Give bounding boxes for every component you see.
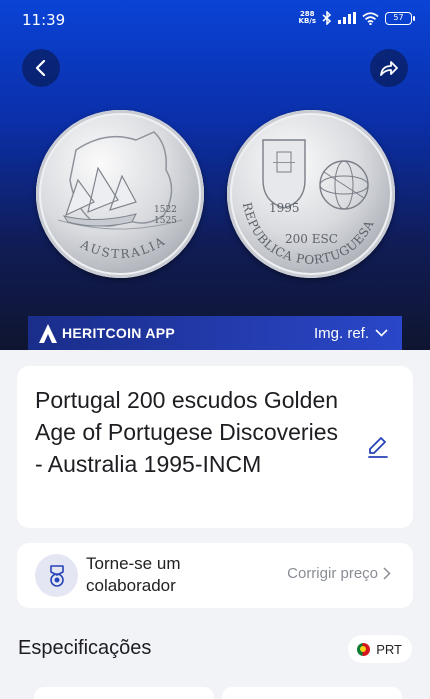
edit-icon bbox=[368, 437, 388, 458]
back-button[interactable] bbox=[22, 49, 60, 87]
brand-banner: HERITCOIN APP Img. ref. bbox=[28, 316, 402, 350]
coin-obverse-year-bottom: 1525 bbox=[154, 216, 177, 226]
img-ref-label: Img. ref. bbox=[313, 324, 369, 342]
brand: HERITCOIN APP bbox=[38, 322, 175, 344]
country-code: PRT bbox=[376, 641, 402, 657]
coin-reverse-value: 200 ESC bbox=[285, 232, 338, 246]
edit-button[interactable] bbox=[365, 434, 391, 460]
coin-obverse-year-top: 1522 bbox=[154, 205, 177, 215]
battery-level: 57 bbox=[393, 12, 404, 22]
specs-title: Especificações bbox=[18, 637, 152, 659]
battery-icon: 57 bbox=[385, 11, 415, 25]
spec-card bbox=[34, 687, 214, 699]
coin-title-card: Portugal 200 escudos Golden Age of Portu… bbox=[17, 366, 413, 528]
chevron-right-icon bbox=[383, 567, 391, 580]
portugal-flag-icon bbox=[357, 642, 371, 656]
coin-image-header[interactable]: 11:39 288 KB/s 57 1522 1525 AUSTRALIA 19… bbox=[0, 0, 430, 350]
coin-obverse-legend: AUSTRALIA bbox=[78, 233, 169, 261]
bluetooth-icon bbox=[322, 11, 332, 25]
coin-title: Portugal 200 escudos Golden Age of Portu… bbox=[35, 387, 339, 477]
status-bar: 11:39 288 KB/s 57 bbox=[0, 0, 430, 38]
fix-price-link[interactable]: Corrigir preço bbox=[287, 565, 391, 582]
network-speed-unit: KB/s bbox=[298, 17, 316, 25]
network-speed: 288 KB/s bbox=[299, 11, 316, 25]
heritcoin-logo-icon bbox=[39, 324, 57, 343]
coin-reverse-year: 1995 bbox=[269, 201, 300, 215]
share-button[interactable] bbox=[370, 49, 408, 87]
chevron-down-icon bbox=[375, 329, 388, 337]
coin-obverse-art: 1522 1525 AUSTRALIA bbox=[57, 131, 183, 261]
status-icons: 288 KB/s 57 bbox=[299, 11, 415, 25]
signal-icon bbox=[338, 12, 356, 24]
coin-reverse-art: 1995 200 ESC REPUBLICA PORTUGUESA bbox=[240, 139, 376, 267]
country-badge: PRT bbox=[348, 635, 412, 663]
fix-price-label: Corrigir preço bbox=[287, 565, 378, 582]
wifi-icon bbox=[362, 11, 379, 25]
spec-card bbox=[222, 687, 402, 699]
coin-reverse-image: 1995 200 ESC REPUBLICA PORTUGUESA bbox=[227, 110, 395, 278]
back-icon bbox=[35, 60, 46, 76]
collaborator-card[interactable]: Torne-se um colaborador Corrigir preço bbox=[17, 543, 413, 608]
medal-icon bbox=[49, 564, 64, 587]
brand-name: HERITCOIN APP bbox=[62, 325, 176, 341]
share-icon bbox=[380, 61, 398, 76]
img-ref-dropdown[interactable]: Img. ref. bbox=[314, 325, 388, 342]
collaborator-label: Torne-se um colaborador bbox=[86, 554, 181, 595]
collaborator-avatar bbox=[35, 554, 78, 597]
coin-obverse-image: 1522 1525 AUSTRALIA bbox=[36, 110, 204, 278]
status-time: 11:39 bbox=[22, 11, 66, 29]
